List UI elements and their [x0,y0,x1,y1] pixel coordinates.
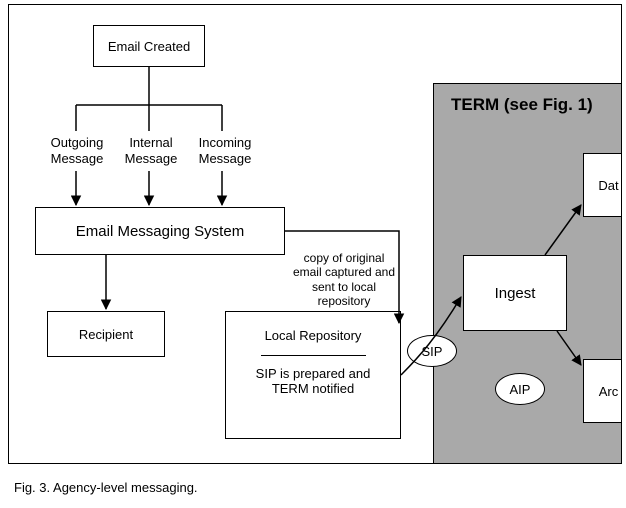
label-text: Incoming Message [199,135,252,166]
box-label: Dat [598,178,618,193]
figure-caption: Fig. 3. Agency-level messaging. [14,480,198,495]
box-label: Email Messaging System [76,223,244,240]
term-title: TERM (see Fig. 1) [451,95,593,115]
box-dat: Dat [583,153,622,217]
box-label: Arc [599,384,619,399]
box-label: Ingest [495,285,536,302]
oval-aip: AIP [495,373,545,405]
label-text: copy of original email captured and sent… [293,251,395,308]
label-outgoing-message: Outgoing Message [47,135,107,166]
box-email-messaging-system: Email Messaging System [35,207,285,255]
box-arc: Arc [583,359,622,423]
label-text: Outgoing Message [51,135,104,166]
local-repo-desc: SIP is prepared and TERM notified [230,366,396,396]
box-email-created: Email Created [93,25,205,67]
label-incoming-message: Incoming Message [195,135,255,166]
label-copy-note: copy of original email captured and sent… [291,251,397,309]
box-label: Recipient [79,327,133,342]
box-recipient: Recipient [47,311,165,357]
box-local-repository: Local Repository SIP is prepared and TER… [225,311,401,439]
label-text: Internal Message [125,135,178,166]
local-repo-title: Local Repository [265,328,362,343]
diagram-frame: TERM (see Fig. 1) Email Created Outgoing… [8,4,622,464]
oval-label: SIP [422,344,443,359]
box-label: Email Created [108,39,190,54]
box-ingest: Ingest [463,255,567,331]
caption-text: Fig. 3. Agency-level messaging. [14,480,198,495]
oval-sip: SIP [407,335,457,367]
divider [261,355,366,356]
oval-label: AIP [510,382,531,397]
label-internal-message: Internal Message [121,135,181,166]
